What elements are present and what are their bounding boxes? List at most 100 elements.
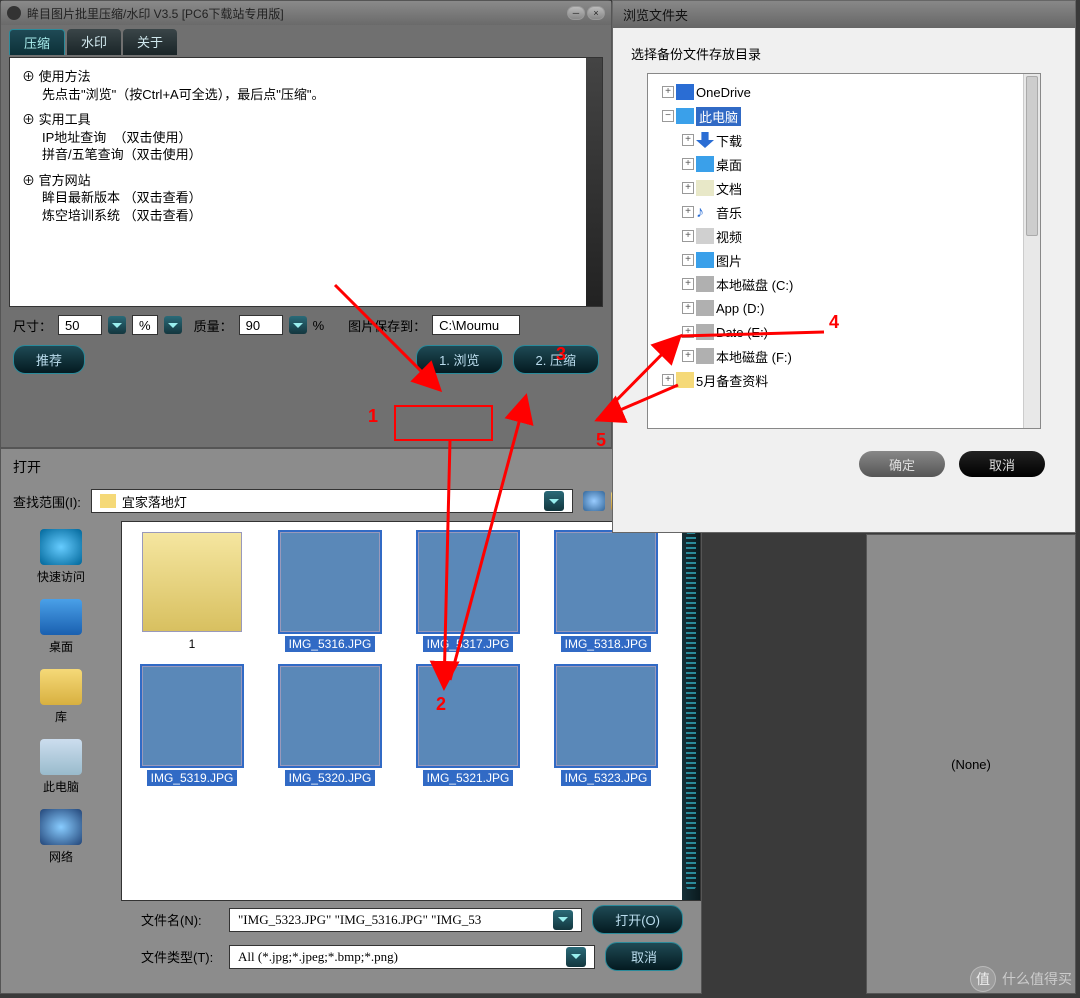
chevron-down-icon[interactable] xyxy=(566,947,586,967)
size-spinner[interactable] xyxy=(108,316,126,334)
tree-node[interactable]: + App (D:) xyxy=(652,296,1036,320)
scrollbar[interactable] xyxy=(586,58,602,306)
expand-toggle[interactable]: + xyxy=(662,374,674,386)
size-unit[interactable]: % xyxy=(132,315,158,335)
open-title: 打开 xyxy=(1,449,701,485)
chevron-down-icon[interactable] xyxy=(544,491,564,511)
expand-toggle[interactable]: + xyxy=(682,350,694,362)
info-heading: 官方网站 xyxy=(22,172,590,190)
info-line[interactable]: IP地址查询 （双击使用） xyxy=(22,129,590,147)
file-item[interactable]: IMG_5320.JPG xyxy=(270,666,390,786)
file-item[interactable]: IMG_5321.JPG xyxy=(408,666,528,786)
lookin-label: 查找范围(I): xyxy=(13,492,81,511)
folder-tree[interactable]: +OneDrive−此电脑+下载+桌面+文档+♪音乐+视频+图片+本地磁盘 (C… xyxy=(647,73,1041,429)
lookin-value: 宜家落地灯 xyxy=(122,492,187,511)
node-icon xyxy=(696,276,714,292)
size-input[interactable]: 50 xyxy=(58,315,102,335)
node-label: 音乐 xyxy=(716,203,742,222)
file-item[interactable]: IMG_5316.JPG xyxy=(270,532,390,652)
tab-bar: 压缩 水印 关于 xyxy=(1,25,611,55)
tree-node[interactable]: +♪音乐 xyxy=(652,200,1036,224)
expand-toggle[interactable]: + xyxy=(682,182,694,194)
unit-spinner[interactable] xyxy=(164,316,182,334)
sidebar-quick-access[interactable]: 快速访问 xyxy=(37,529,85,585)
expand-toggle[interactable]: + xyxy=(682,302,694,314)
expand-toggle[interactable]: − xyxy=(662,110,674,122)
app-icon xyxy=(7,6,21,20)
node-label: 此电脑 xyxy=(696,107,741,126)
ok-button[interactable]: 确定 xyxy=(859,451,945,477)
tree-node[interactable]: +本地磁盘 (C:) xyxy=(652,272,1036,296)
tab-compress[interactable]: 压缩 xyxy=(9,29,65,55)
tree-node[interactable]: +桌面 xyxy=(652,152,1036,176)
close-button[interactable]: × xyxy=(587,6,605,20)
node-icon: ♪ xyxy=(696,204,714,220)
title-bar: 眸目图片批里压缩/水印 V3.5 [PC6下载站专用版] ─ × xyxy=(1,1,611,25)
sidebar-network[interactable]: 网络 xyxy=(40,809,82,865)
tab-about[interactable]: 关于 xyxy=(123,29,177,55)
minimize-button[interactable]: ─ xyxy=(567,6,585,20)
filename-input[interactable]: "IMG_5323.JPG" "IMG_5316.JPG" "IMG_53 xyxy=(229,908,582,932)
folder-icon xyxy=(142,532,242,632)
scrollbar[interactable] xyxy=(682,522,700,900)
file-label: IMG_5316.JPG xyxy=(285,636,376,652)
scrollbar[interactable] xyxy=(1023,74,1040,428)
watermark-icon: 值 xyxy=(970,966,996,992)
node-icon xyxy=(676,372,694,388)
sidebar-this-pc[interactable]: 此电脑 xyxy=(40,739,82,795)
node-label: App (D:) xyxy=(716,301,764,316)
tree-node[interactable]: +图片 xyxy=(652,248,1036,272)
expand-toggle[interactable]: + xyxy=(682,134,694,146)
open-confirm-button[interactable]: 打开(O) xyxy=(592,905,683,934)
quality-input[interactable]: 90 xyxy=(239,315,283,335)
expand-toggle[interactable]: + xyxy=(682,326,694,338)
open-cancel-button[interactable]: 取消 xyxy=(605,942,683,971)
expand-toggle[interactable]: + xyxy=(682,254,694,266)
save-path-input[interactable]: C:\Moumu xyxy=(432,315,520,335)
tree-node[interactable]: +OneDrive xyxy=(652,80,1036,104)
tree-node[interactable]: − 此电脑 xyxy=(652,104,1036,128)
tree-node[interactable]: +5月备查资料 xyxy=(652,368,1036,392)
tree-node[interactable]: +本地磁盘 (F:) xyxy=(652,344,1036,368)
expand-toggle[interactable]: + xyxy=(682,206,694,218)
back-icon[interactable] xyxy=(583,491,605,511)
size-label: 尺寸： xyxy=(13,316,52,335)
image-thumbnail xyxy=(418,532,518,632)
recommend-button[interactable]: 推荐 xyxy=(13,345,85,374)
node-label: 视频 xyxy=(716,227,742,246)
main-window: 眸目图片批里压缩/水印 V3.5 [PC6下载站专用版] ─ × 压缩 水印 关… xyxy=(0,0,612,448)
expand-toggle[interactable]: + xyxy=(682,278,694,290)
quality-spinner[interactable] xyxy=(289,316,307,334)
file-item[interactable]: IMG_5319.JPG xyxy=(132,666,252,786)
file-list[interactable]: 1 IMG_5316.JPG IMG_5317.JPG IMG_5318.JPG IMG… xyxy=(121,521,701,901)
file-item[interactable]: IMG_5323.JPG xyxy=(546,666,666,786)
node-icon xyxy=(696,180,714,196)
compress-button[interactable]: 2. 压缩 xyxy=(513,345,599,374)
chevron-down-icon[interactable] xyxy=(553,910,573,930)
expand-toggle[interactable]: + xyxy=(682,230,694,242)
expand-toggle[interactable]: + xyxy=(682,158,694,170)
lookin-combo[interactable]: 宜家落地灯 xyxy=(91,489,573,513)
info-line[interactable]: 眸目最新版本 （双击查看） xyxy=(22,189,590,207)
tree-node[interactable]: +下载 xyxy=(652,128,1036,152)
file-item[interactable]: IMG_5317.JPG xyxy=(408,532,528,652)
tree-node[interactable]: +Date (E:) xyxy=(652,320,1036,344)
node-icon xyxy=(676,108,694,124)
tab-watermark[interactable]: 水印 xyxy=(67,29,121,55)
sidebar-libraries[interactable]: 库 xyxy=(40,669,82,725)
folder-icon xyxy=(100,494,116,508)
info-line[interactable]: 拼音/五笔查询（双击使用） xyxy=(22,146,590,164)
tree-node[interactable]: +文档 xyxy=(652,176,1036,200)
filetype-combo[interactable]: All (*.jpg;*.jpeg;*.bmp;*.png) xyxy=(229,945,595,969)
tree-node[interactable]: + 视频 xyxy=(652,224,1036,248)
file-item[interactable]: 1 xyxy=(132,532,252,652)
window-title: 眸目图片批里压缩/水印 V3.5 [PC6下载站专用版] xyxy=(27,5,284,22)
sidebar-desktop[interactable]: 桌面 xyxy=(40,599,82,655)
file-label: IMG_5318.JPG xyxy=(561,636,652,652)
expand-toggle[interactable]: + xyxy=(662,86,674,98)
file-item[interactable]: IMG_5318.JPG xyxy=(546,532,666,652)
image-thumbnail xyxy=(418,666,518,766)
browse-button[interactable]: 1. 浏览 xyxy=(416,345,502,374)
cancel-button[interactable]: 取消 xyxy=(959,451,1045,477)
info-line[interactable]: 炼空培训系统 （双击查看） xyxy=(22,207,590,225)
